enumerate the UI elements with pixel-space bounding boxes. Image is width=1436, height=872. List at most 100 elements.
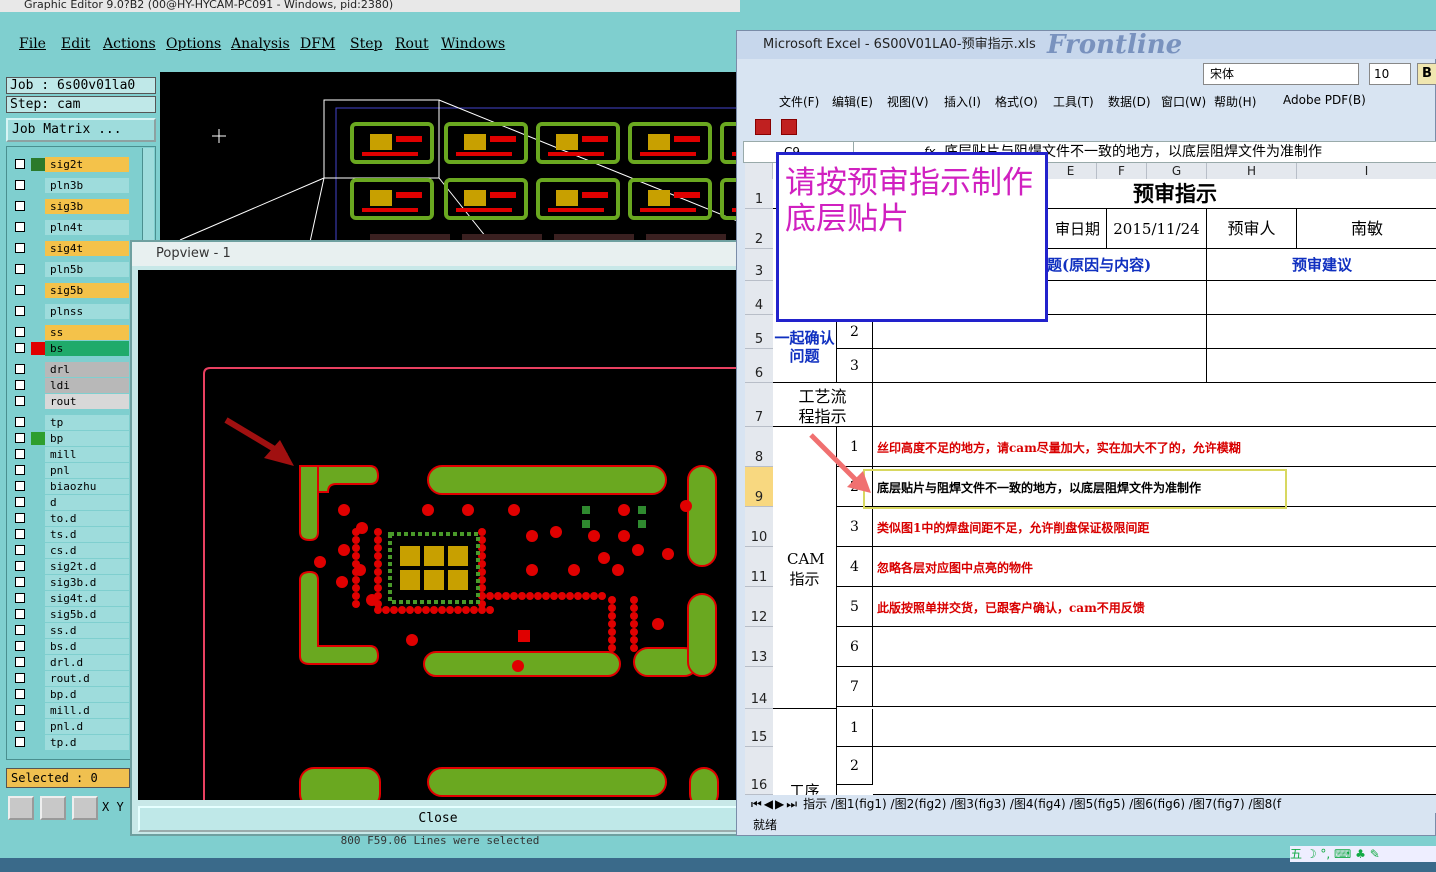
layer-row[interactable]: rout <box>11 394 131 409</box>
layer-checkbox[interactable] <box>15 364 25 374</box>
layer-row[interactable]: mill.d <box>11 703 131 718</box>
row-header[interactable]: 13 <box>745 627 773 667</box>
cell-comment[interactable]: 请按预审指示制作底层贴片 <box>776 152 1048 322</box>
layer-checkbox[interactable] <box>15 465 25 475</box>
measure-tool-icon[interactable] <box>40 796 66 820</box>
layer-checkbox[interactable] <box>15 641 25 651</box>
row-header[interactable]: 10 <box>745 507 773 547</box>
layer-checkbox[interactable] <box>15 657 25 667</box>
job-matrix-button[interactable]: Job Matrix ... <box>6 118 156 142</box>
layer-row[interactable]: cs.d <box>11 543 131 558</box>
layer-checkbox[interactable] <box>15 609 25 619</box>
cam-instruction[interactable]: 此版按照单拼交货，已跟客户确认，cam不用反馈 <box>873 587 1436 627</box>
menu-options[interactable]: Options <box>166 36 221 52</box>
row-header[interactable]: 12 <box>745 587 773 627</box>
layer-row[interactable]: rout.d <box>11 671 131 686</box>
layer-row[interactable]: sig2t <box>11 157 131 172</box>
layer-checkbox[interactable] <box>15 529 25 539</box>
layer-row[interactable]: sig3b.d <box>11 575 131 590</box>
layer-row[interactable]: sig5b <box>11 283 131 298</box>
row-header[interactable]: 6 <box>745 349 773 383</box>
col-header-g[interactable]: G <box>1147 163 1207 179</box>
layer-checkbox[interactable] <box>15 380 25 390</box>
sheet-tab-list[interactable]: 指示 /图1(fig1) /图2(fig2) /图3(fig3) /图4(fig… <box>799 797 1281 811</box>
layer-checkbox[interactable] <box>15 243 25 253</box>
col-header-e[interactable]: E <box>1045 163 1097 179</box>
layer-checkbox[interactable] <box>15 433 25 443</box>
xl-menu-format[interactable]: 格式(O) <box>995 93 1038 110</box>
ime-toolbar[interactable]: 五 ☽ °, ⌨ ♣ ✎ <box>1290 846 1436 862</box>
xl-menu-data[interactable]: 数据(D) <box>1108 93 1151 110</box>
layer-checkbox[interactable] <box>15 222 25 232</box>
tab-nav-icons[interactable]: ⏮◀▶⏭ <box>745 797 799 811</box>
xl-menu-window[interactable]: 窗口(W) <box>1161 93 1206 110</box>
row-header[interactable]: 11 <box>745 547 773 587</box>
layer-checkbox[interactable] <box>15 201 25 211</box>
col-header-f[interactable]: F <box>1097 163 1147 179</box>
row-header[interactable]: 5 <box>745 315 773 349</box>
font-size-select[interactable]: 10 <box>1369 63 1411 85</box>
layer-checkbox[interactable] <box>15 343 25 353</box>
menu-file[interactable]: File <box>19 36 46 52</box>
layer-row[interactable]: bp.d <box>11 687 131 702</box>
layer-row[interactable]: pln3b <box>11 178 131 193</box>
menu-analysis[interactable]: Analysis <box>231 36 290 52</box>
layer-row[interactable]: drl <box>11 362 131 377</box>
layer-row[interactable]: d <box>11 495 131 510</box>
row-header[interactable]: 16 <box>745 747 773 795</box>
menu-edit[interactable]: Edit <box>61 36 90 52</box>
row-header[interactable]: 1 <box>745 179 773 209</box>
row-header[interactable]: 8 <box>745 427 773 467</box>
cam-instruction[interactable]: 忽略各层对应图中点亮的物件 <box>873 547 1436 587</box>
menu-dfm[interactable]: DFM <box>300 36 335 52</box>
layer-checkbox[interactable] <box>15 497 25 507</box>
menu-rout[interactable]: Rout <box>395 36 429 52</box>
layer-checkbox[interactable] <box>15 417 25 427</box>
layer-row[interactable]: sig4t <box>11 241 131 256</box>
row-header[interactable]: 9 <box>745 467 773 507</box>
layer-row[interactable]: ss.d <box>11 623 131 638</box>
row-header[interactable]: 15 <box>745 709 773 747</box>
layer-row[interactable]: pnl <box>11 463 131 478</box>
layer-checkbox[interactable] <box>15 396 25 406</box>
layer-row[interactable]: pln4t <box>11 220 131 235</box>
layer-checkbox[interactable] <box>15 705 25 715</box>
close-button[interactable]: Close <box>138 806 738 832</box>
layer-row[interactable]: tp.d <box>11 735 131 750</box>
cam-instruction[interactable] <box>873 667 1436 707</box>
grid-tool-icon[interactable] <box>72 796 98 820</box>
corner-cell[interactable] <box>745 163 773 179</box>
layer-checkbox[interactable] <box>15 577 25 587</box>
layer-checkbox[interactable] <box>15 327 25 337</box>
layer-checkbox[interactable] <box>15 625 25 635</box>
layer-checkbox[interactable] <box>15 593 25 603</box>
layer-checkbox[interactable] <box>15 689 25 699</box>
row-header[interactable]: 2 <box>745 209 773 249</box>
col-header-h[interactable]: H <box>1207 163 1297 179</box>
layer-checkbox[interactable] <box>15 513 25 523</box>
layer-checkbox[interactable] <box>15 545 25 555</box>
menu-step[interactable]: Step <box>350 36 382 52</box>
popview-canvas[interactable] <box>138 270 738 800</box>
layer-row[interactable]: drl.d <box>11 655 131 670</box>
xl-menu-view[interactable]: 视图(V) <box>887 93 929 110</box>
layer-checkbox[interactable] <box>15 481 25 491</box>
layer-row[interactable]: mill <box>11 447 131 462</box>
layer-checkbox[interactable] <box>15 721 25 731</box>
layer-checkbox[interactable] <box>15 180 25 190</box>
row-header[interactable]: 3 <box>745 249 773 281</box>
layer-row[interactable]: plnss <box>11 304 131 319</box>
col-header-i[interactable]: I <box>1297 163 1436 179</box>
layer-checkbox[interactable] <box>15 673 25 683</box>
layer-row[interactable]: bs <box>11 341 131 356</box>
bold-button[interactable]: B <box>1417 63 1436 85</box>
layer-row[interactable]: pln5b <box>11 262 131 277</box>
layer-row[interactable]: sig2t.d <box>11 559 131 574</box>
zoom-tool-icon[interactable] <box>8 796 34 820</box>
menu-windows[interactable]: Windows <box>441 36 505 52</box>
xl-menu-help[interactable]: 帮助(H) <box>1214 93 1256 110</box>
cam-instruction[interactable]: 丝印高度不足的地方，请cam尽量加大，实在加大不了的，允许模糊 <box>873 427 1436 467</box>
layer-row[interactable]: sig3b <box>11 199 131 214</box>
layer-checkbox[interactable] <box>15 737 25 747</box>
menu-actions[interactable]: Actions <box>103 36 156 52</box>
